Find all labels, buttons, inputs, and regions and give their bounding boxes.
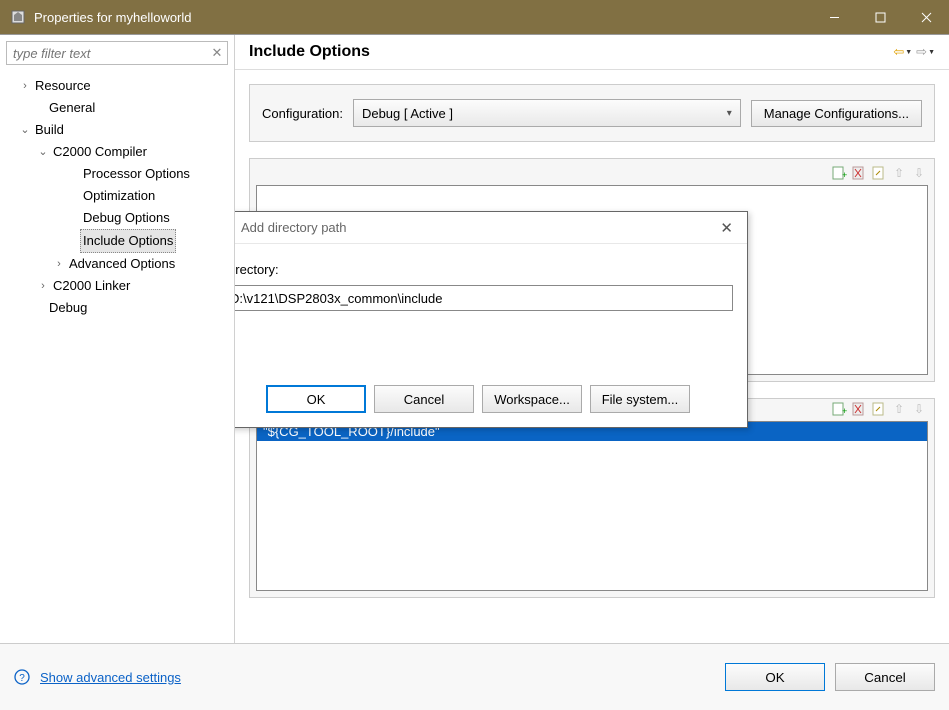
configuration-value: Debug [ Active ] [362,106,453,121]
tree-arrow-icon: › [52,253,66,275]
advanced-settings-link[interactable]: Show advanced settings [40,670,181,685]
minimize-button[interactable] [811,0,857,34]
configuration-select[interactable]: Debug [ Active ] ▾ [353,99,741,127]
dialog-title: Add directory path [241,220,714,235]
tree-arrow-icon: ⌄ [36,141,50,163]
tree-item-label: General [46,97,98,119]
tree-item-include-options[interactable]: Include Options [0,229,234,253]
maximize-button[interactable] [857,0,903,34]
app-icon [10,9,26,25]
tree-item-general[interactable]: General [0,97,234,119]
tree-item-label: C2000 Linker [50,275,133,297]
delete-icon[interactable] [850,401,868,417]
tree-item-debug-options[interactable]: Debug Options [0,207,234,229]
tree-item-label: Build [32,119,67,141]
move-down-icon[interactable]: ⇩ [910,401,928,417]
tree-item-advanced-options[interactable]: ›Advanced Options [0,253,234,275]
add-icon[interactable]: + [830,165,848,181]
tree-item-label: Advanced Options [66,253,178,275]
tree-item-c2000-compiler[interactable]: ⌄C2000 Compiler [0,141,234,163]
delete-icon[interactable] [850,165,868,181]
dialog-cancel-button[interactable]: Cancel [374,385,474,413]
tree-item-label: Debug Options [80,207,173,229]
directory-input[interactable] [235,285,733,311]
move-up-icon[interactable]: ⇧ [890,165,908,181]
page-title: Include Options [249,43,893,61]
title-bar: Properties for myhelloworld [0,0,949,34]
tree-item-optimization[interactable]: Optimization [0,185,234,207]
close-button[interactable] [903,0,949,34]
add-icon[interactable]: + [830,401,848,417]
directory-label: Directory: [235,262,733,277]
tree-item-resource[interactable]: ›Resource [0,75,234,97]
filter-box: ✕ [6,41,228,65]
move-down-icon[interactable]: ⇩ [910,165,928,181]
move-up-icon[interactable]: ⇧ [890,401,908,417]
sidebar: ✕ ›ResourceGeneral⌄Build⌄C2000 CompilerP… [0,35,235,643]
tree-arrow-icon: › [36,275,50,297]
footer: ? Show advanced settings OK Cancel [0,643,949,710]
svg-text:+: + [842,170,847,180]
nav-tree: ›ResourceGeneral⌄Build⌄C2000 CompilerPro… [0,71,234,643]
window-title: Properties for myhelloworld [34,10,811,25]
clear-filter-icon[interactable]: ✕ [207,45,227,61]
tree-item-debug[interactable]: Debug [0,297,234,319]
ok-button[interactable]: OK [725,663,825,691]
tree-item-build[interactable]: ⌄Build [0,119,234,141]
nav-forward-button[interactable]: ⇨▼ [916,44,935,60]
edit-icon[interactable] [870,401,888,417]
configuration-label: Configuration: [262,106,343,121]
tree-item-label: Optimization [80,185,158,207]
tree-item-c2000-linker[interactable]: ›C2000 Linker [0,275,234,297]
content-area: Include Options ⇦▼ ⇨▼ Configuration: Deb… [235,35,949,643]
configuration-bar: Configuration: Debug [ Active ] ▾ Manage… [249,84,935,142]
help-icon[interactable]: ? [14,669,30,685]
tree-item-processor-options[interactable]: Processor Options [0,163,234,185]
chevron-down-icon: ▾ [727,108,732,119]
cancel-button[interactable]: Cancel [835,663,935,691]
tree-arrow-icon: ⌄ [18,119,32,141]
dialog-workspace-button[interactable]: Workspace... [482,385,582,413]
include-listbox-2[interactable]: "${CG_TOOL_ROOT}/include" [256,421,928,591]
add-directory-dialog: Add directory path ✕ Directory: OK Cance… [235,211,748,428]
tree-item-label: Resource [32,75,94,97]
tree-item-label: Debug [46,297,90,319]
include-list-panel-2: + ⇧ ⇩ "${CG_TOOL_ROOT}/include" [249,398,935,598]
dialog-ok-button[interactable]: OK [266,385,366,413]
tree-item-label: Processor Options [80,163,193,185]
filter-input[interactable] [7,46,207,61]
tree-arrow-icon: › [18,75,32,97]
content-header: Include Options ⇦▼ ⇨▼ [235,35,949,70]
tree-item-label: C2000 Compiler [50,141,150,163]
edit-icon[interactable] [870,165,888,181]
tree-item-label: Include Options [80,229,176,253]
dialog-close-button[interactable]: ✕ [714,219,739,237]
dialog-filesystem-button[interactable]: File system... [590,385,690,413]
svg-text:+: + [842,406,847,416]
nav-back-button[interactable]: ⇦▼ [893,44,912,60]
manage-configurations-button[interactable]: Manage Configurations... [751,100,922,127]
svg-text:?: ? [19,673,25,684]
